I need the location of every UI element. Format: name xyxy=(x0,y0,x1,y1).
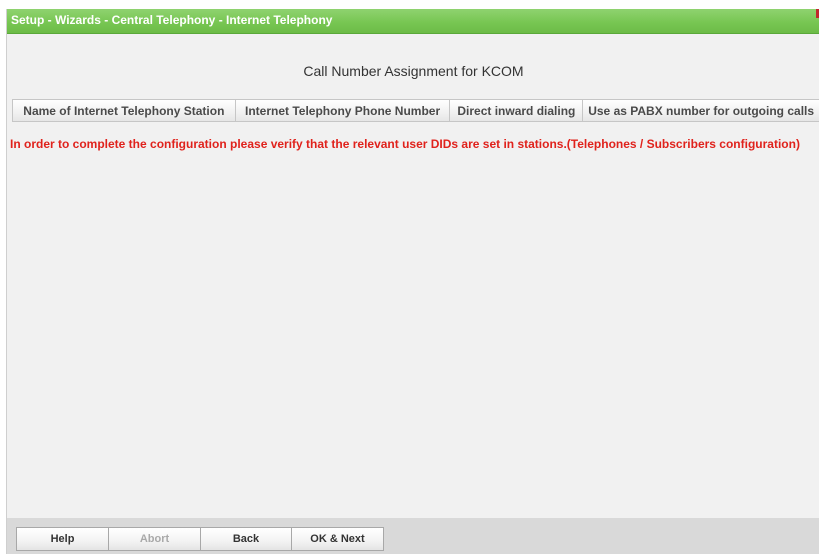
back-button[interactable]: Back xyxy=(200,527,291,551)
column-header-station-name[interactable]: Name of Internet Telephony Station xyxy=(12,99,235,122)
column-header-pabx-number[interactable]: Use as PABX number for outgoing calls xyxy=(582,99,819,122)
column-header-phone-number[interactable]: Internet Telephony Phone Number xyxy=(234,99,450,122)
page-title: Call Number Assignment for KCOM xyxy=(303,63,524,79)
ok-next-button[interactable]: OK & Next xyxy=(291,527,384,551)
footer-bar: Help Abort Back OK & Next xyxy=(7,518,819,554)
abort-button: Abort xyxy=(108,527,200,551)
wizard-frame: Setup - Wizards - Central Telephony - In… xyxy=(6,9,819,554)
title-bar: Setup - Wizards - Central Telephony - In… xyxy=(7,9,819,34)
button-row: Help Abort Back OK & Next xyxy=(16,527,384,551)
help-button[interactable]: Help xyxy=(16,527,108,551)
column-header-direct-inward-dialing[interactable]: Direct inward dialing xyxy=(449,99,583,122)
configuration-notice: In order to complete the configuration p… xyxy=(10,137,800,151)
window-title: Setup - Wizards - Central Telephony - In… xyxy=(11,13,333,27)
table-header: Name of Internet Telephony Station Inter… xyxy=(12,99,819,122)
